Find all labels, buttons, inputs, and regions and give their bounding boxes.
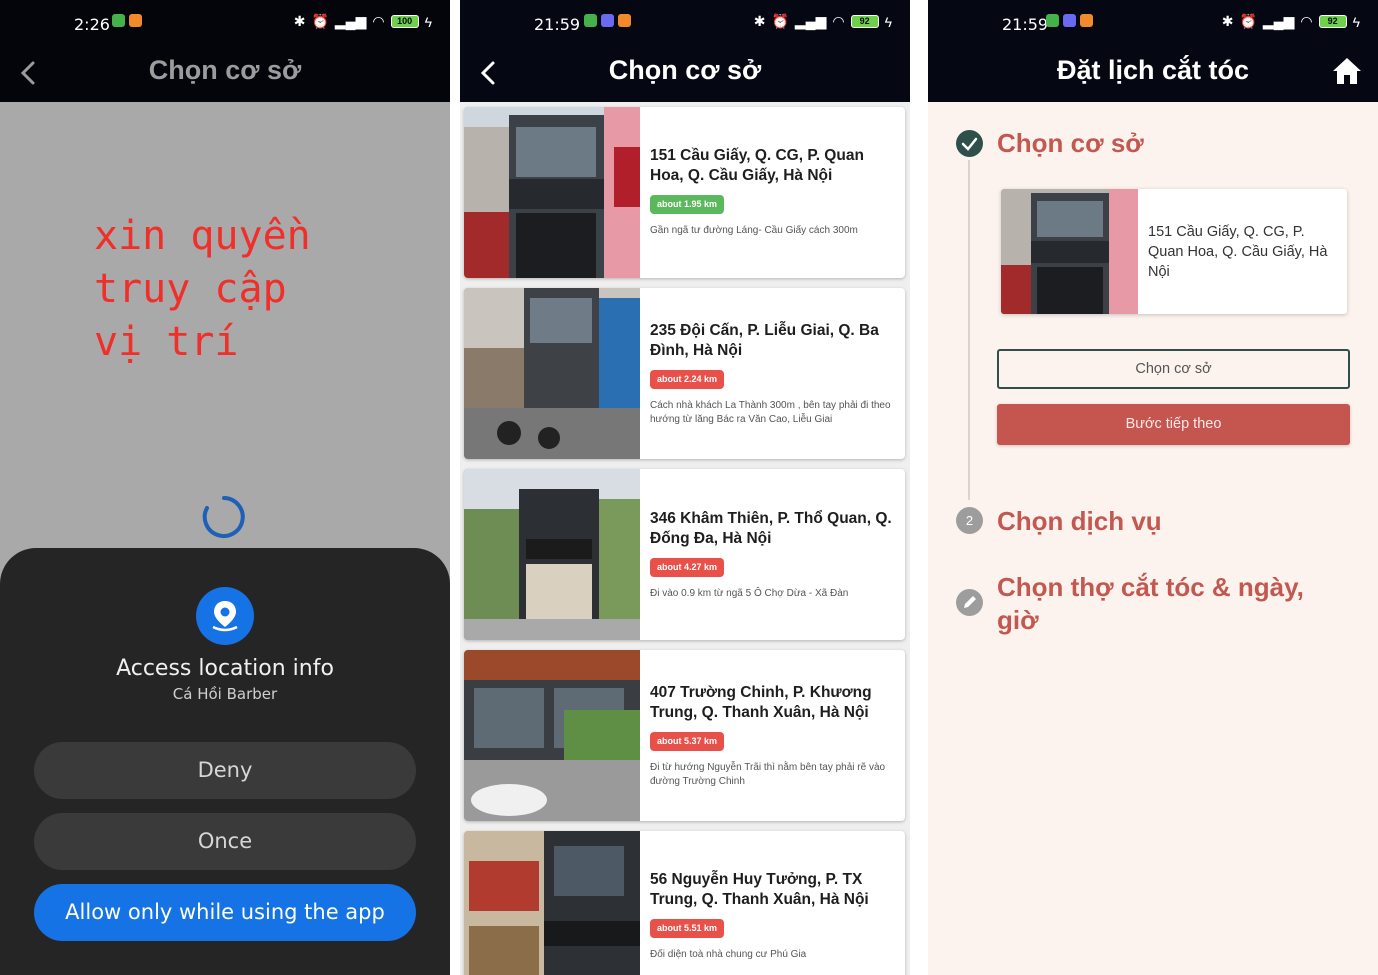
bluetooth-icon: ✱ (753, 13, 766, 29)
page-title: Chọn cơ sở (148, 55, 302, 85)
permission-dialog: Access location info Cá Hồi Barber Deny … (0, 548, 450, 975)
booking-screen: 21:59 ✱ ⏰ ▂▄▆ ◠ 92 ϟ Đặt lịch cắt tóc Ch… (928, 0, 1378, 975)
step-title-branch[interactable]: Chọn cơ sở (997, 127, 1144, 160)
branch-card[interactable]: 235 Đội Cấn, P. Liễu Giai, Q. Ba Đình, H… (464, 288, 905, 459)
distance-badge: about 5.37 km (650, 732, 725, 751)
app-bar: Chọn cơ sở (0, 48, 450, 102)
battery-icon: 92 (1318, 15, 1347, 28)
permission-overlay-text: xin quyền truy cập vị trí (94, 213, 311, 365)
distance-badge: about 5.51 km (650, 919, 725, 938)
app-notification-icon (1046, 14, 1059, 27)
distance-badge: about 1.95 km (650, 195, 725, 214)
signal-icon: ▂▄▆ (794, 13, 827, 29)
permission-screen: 2:26 ✱ ⏰ ▂▄▆ ◠ 100 ϟ Chọn cơ sở xin quyề… (0, 0, 450, 975)
branch-photo (464, 107, 640, 278)
branch-note: Đi vào 0.9 km từ ngã 5 Ô Chợ Dừa - Xã Đà… (650, 588, 849, 599)
page-title: Đặt lịch cắt tóc (1056, 55, 1250, 85)
app-notification-icon (601, 14, 614, 27)
status-time: 2:26 (74, 15, 110, 34)
selected-branch-card: 151 Cầu Giấy, Q. CG, P. Quan Hoa, Q. Cầu… (1001, 189, 1347, 314)
allow-while-using-button[interactable]: Allow only while using the app (34, 884, 416, 941)
app-notification-icon (112, 14, 125, 27)
branch-photo (464, 831, 640, 975)
pencil-icon (956, 589, 983, 616)
branch-card[interactable]: 56 Nguyễn Huy Tưởng, P. TX Trung, Q. Tha… (464, 831, 905, 975)
battery-icon: 100 (390, 15, 419, 28)
battery-icon: 92 (850, 15, 879, 28)
signal-icon: ▂▄▆ (334, 13, 367, 29)
status-time: 21:59 (1002, 15, 1049, 34)
app-notification-icon (129, 14, 142, 27)
wifi-icon: ◠ (832, 13, 845, 29)
app-bar: Chọn cơ sở (460, 48, 910, 102)
status-icons: ✱ ⏰ ▂▄▆ ◠ 92 ϟ (1222, 13, 1360, 30)
branch-photo (464, 469, 640, 640)
alarm-icon: ⏰ (311, 13, 329, 29)
app-notification-icon (1063, 14, 1076, 27)
branch-photo (464, 288, 640, 459)
dialog-app-name: Cá Hồi Barber (172, 685, 278, 703)
choose-branch-button[interactable]: Chọn cơ sở (997, 349, 1350, 389)
loading-spinner-icon (202, 496, 245, 538)
branch-note: Gần ngã tư đường Láng- Cầu Giấy cách 300… (650, 225, 858, 236)
next-step-button[interactable]: Bước tiếp theo (997, 404, 1350, 445)
selected-branch-address: 151 Cầu Giấy, Q. CG, P. Quan Hoa, Q. Cầu… (1148, 224, 1328, 280)
branch-note: Đối diện toà nhà chung cư Phú Gia (650, 949, 807, 960)
branch-address: 346 Khâm Thiên, P. Thổ Quan, Q. Đống Đa,… (650, 510, 892, 547)
distance-badge: about 2.24 km (650, 370, 725, 389)
alarm-icon: ⏰ (771, 13, 789, 29)
wifi-icon: ◠ (1300, 13, 1313, 29)
app-bar: Đặt lịch cắt tóc (928, 48, 1378, 102)
check-icon (956, 130, 983, 157)
notification-icons (112, 14, 142, 27)
status-icons: ✱ ⏰ ▂▄▆ ◠ 100 ϟ (294, 13, 432, 30)
app-notification-icon (618, 14, 631, 27)
status-icons: ✱ ⏰ ▂▄▆ ◠ 92 ϟ (754, 13, 892, 30)
bluetooth-icon: ✱ (293, 13, 306, 29)
branch-photo (464, 650, 640, 821)
location-pin-icon (196, 587, 254, 645)
branch-note: Đi từ hướng Nguyễn Trãi thì nằm bên tay … (650, 762, 886, 787)
status-time: 21:59 (534, 15, 581, 34)
once-button[interactable]: Once (34, 813, 416, 870)
app-notification-icon (584, 14, 597, 27)
branch-card[interactable]: 407 Trường Chinh, P. Khương Trung, Q. Th… (464, 650, 905, 821)
branch-list-screen: 21:59 ✱ ⏰ ▂▄▆ ◠ 92 ϟ Chọn cơ sở 151 Cầu … (460, 0, 910, 975)
deny-button[interactable]: Deny (34, 742, 416, 799)
branch-address: 56 Nguyễn Huy Tưởng, P. TX Trung, Q. Tha… (650, 871, 869, 908)
alarm-icon: ⏰ (1239, 13, 1257, 29)
status-bar: 21:59 ✱ ⏰ ▂▄▆ ◠ 92 ϟ (928, 0, 1378, 48)
step-title-barber-time[interactable]: Chọn thợ cắt tóc & ngày, giờ (997, 571, 1337, 637)
distance-badge: about 4.27 km (650, 558, 725, 577)
home-icon[interactable] (1330, 54, 1364, 88)
charging-icon: ϟ (884, 13, 892, 30)
branch-address: 151 Cầu Giấy, Q. CG, P. Quan Hoa, Q. Cầu… (650, 147, 864, 184)
signal-icon: ▂▄▆ (1262, 13, 1295, 29)
page-title: Chọn cơ sở (608, 55, 762, 85)
app-notification-icon (1080, 14, 1093, 27)
branch-photo (1001, 189, 1138, 314)
wifi-icon: ◠ (372, 13, 385, 29)
branch-address: 235 Đội Cấn, P. Liễu Giai, Q. Ba Đình, H… (650, 322, 879, 359)
charging-icon: ϟ (424, 13, 432, 30)
bluetooth-icon: ✱ (1221, 13, 1234, 29)
branch-address: 407 Trường Chinh, P. Khương Trung, Q. Th… (650, 684, 872, 721)
status-bar: 2:26 ✱ ⏰ ▂▄▆ ◠ 100 ϟ (0, 0, 450, 48)
charging-icon: ϟ (1352, 13, 1360, 30)
branch-card[interactable]: 151 Cầu Giấy, Q. CG, P. Quan Hoa, Q. Cầu… (464, 107, 905, 278)
notification-icons (1046, 14, 1093, 27)
branch-note: Cách nhà khách La Thành 300m , bên tay p… (650, 400, 891, 425)
stepper-line (968, 160, 970, 500)
status-bar: 21:59 ✱ ⏰ ▂▄▆ ◠ 92 ϟ (460, 0, 910, 48)
step-number-badge: 2 (956, 507, 983, 534)
notification-icons (584, 14, 631, 27)
dialog-title: Access location info (116, 656, 334, 681)
step-title-service[interactable]: Chọn dịch vụ (997, 505, 1162, 538)
branch-card[interactable]: 346 Khâm Thiên, P. Thổ Quan, Q. Đống Đa,… (464, 469, 905, 640)
